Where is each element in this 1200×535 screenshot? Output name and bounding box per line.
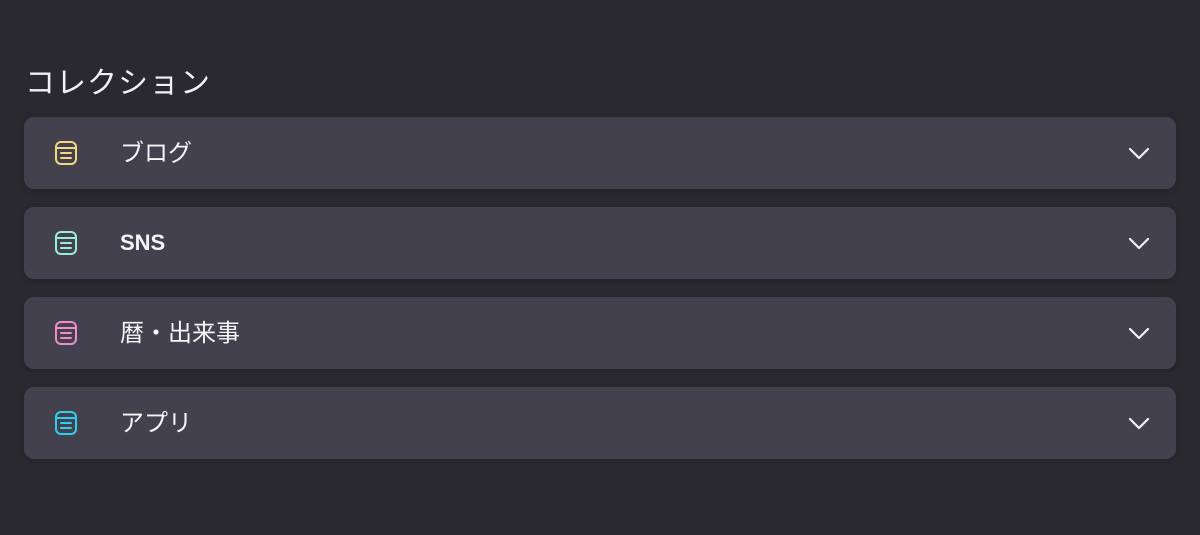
collection-icon: [53, 140, 79, 166]
chevron-down-icon[interactable]: [1128, 233, 1150, 253]
chevron-down-icon[interactable]: [1128, 413, 1150, 433]
chevron-down-icon[interactable]: [1128, 323, 1150, 343]
collection-icon: [53, 230, 79, 256]
collection-label-sns: SNS: [120, 230, 166, 255]
collection-item-blog[interactable]: ブログ: [24, 117, 1176, 189]
page-title: コレクション: [25, 66, 211, 102]
collection-item-sns[interactable]: SNS: [24, 207, 1176, 279]
collections-page: コレクション ブログ SNS 暦・出来事 アプリ: [0, 0, 1200, 535]
chevron-down-icon[interactable]: [1128, 143, 1150, 163]
collection-label-blog: ブログ: [120, 139, 192, 167]
collection-icon: [53, 410, 79, 436]
collection-label-apps: アプリ: [120, 409, 192, 437]
collection-item-apps[interactable]: アプリ: [24, 387, 1176, 459]
collection-label-calendar-events: 暦・出来事: [120, 319, 240, 347]
collection-item-calendar-events[interactable]: 暦・出来事: [24, 297, 1176, 369]
collection-list: ブログ SNS 暦・出来事 アプリ: [24, 117, 1176, 477]
collection-icon: [53, 320, 79, 346]
